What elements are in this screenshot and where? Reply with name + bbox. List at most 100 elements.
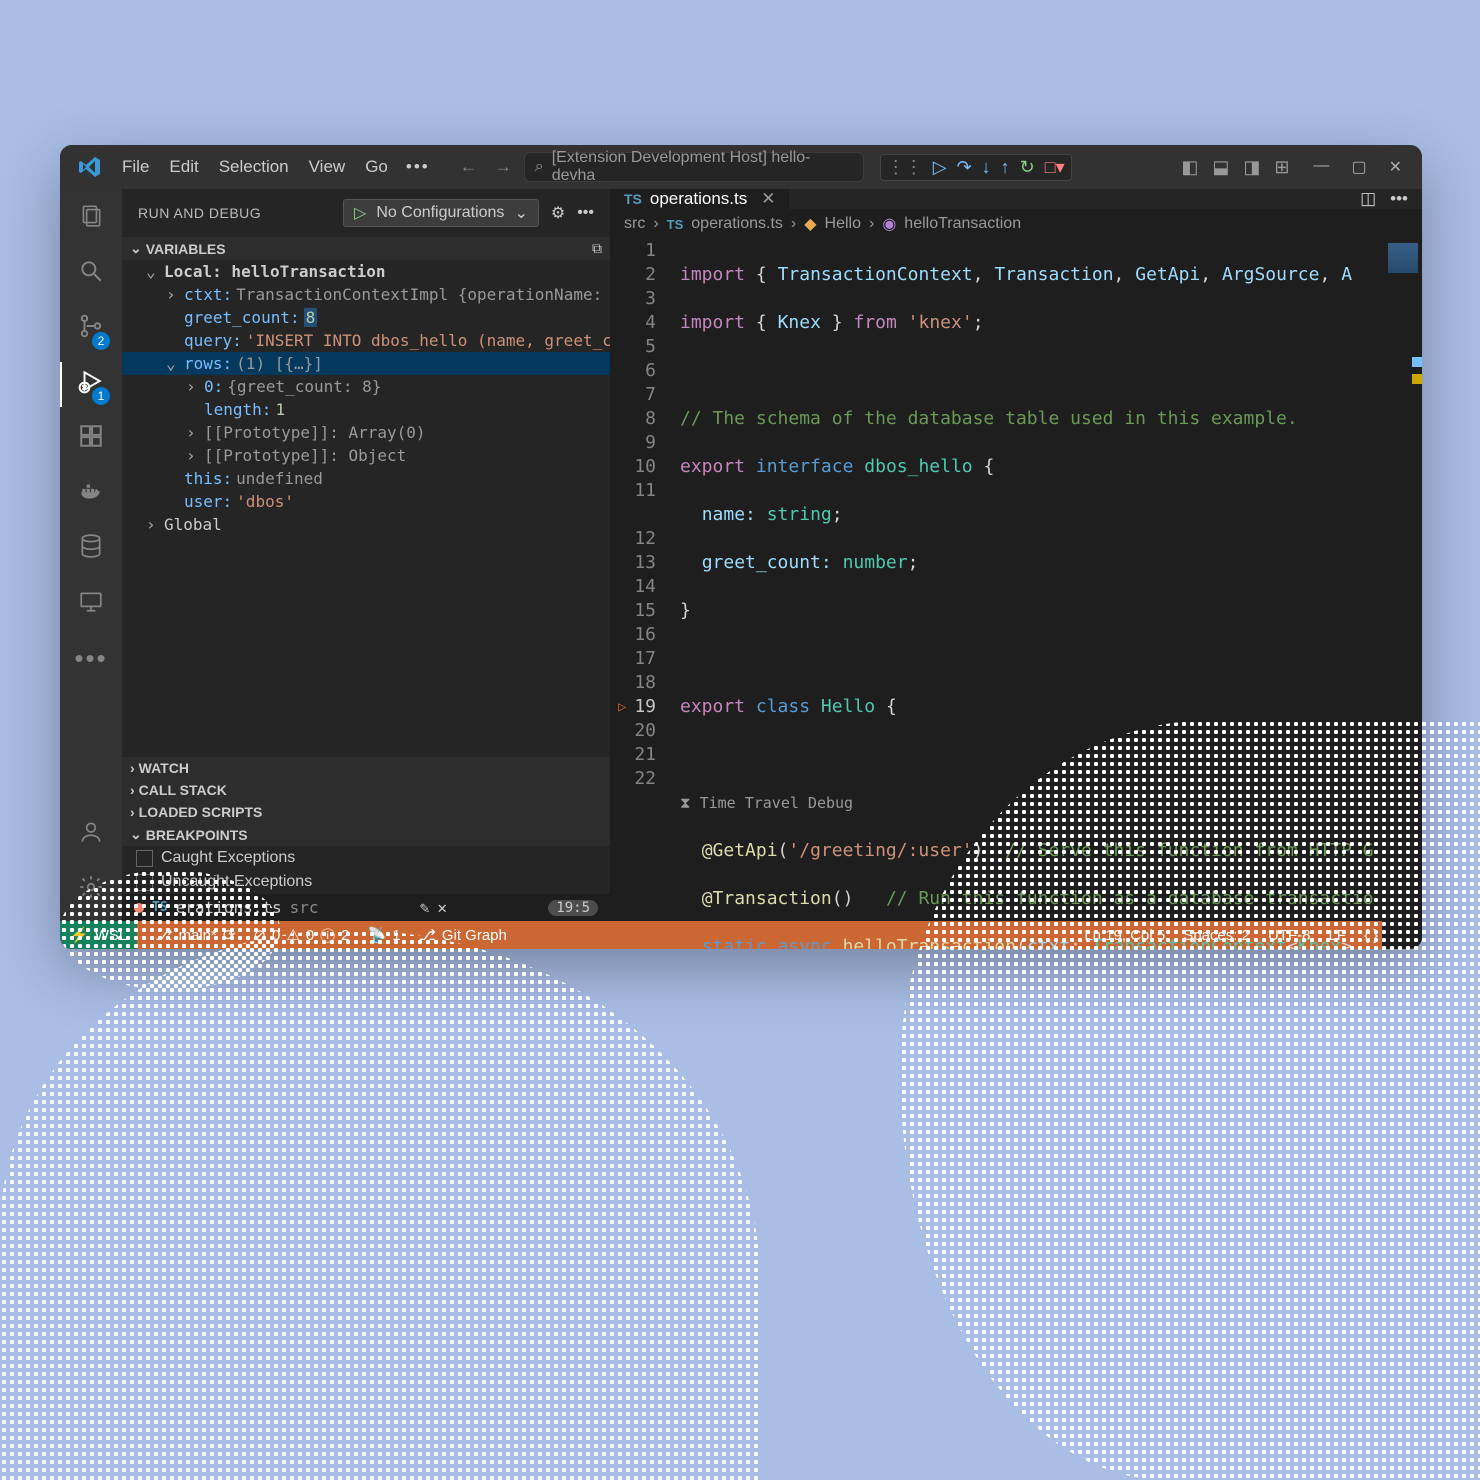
debug-config-select[interactable]: ▷ No Configurations ⌄ xyxy=(343,199,539,227)
docker-icon[interactable] xyxy=(78,478,104,511)
command-center[interactable]: ⌕ [Extension Development Host] hello-dev… xyxy=(524,152,864,182)
loaded-scripts-section[interactable]: ›LOADED SCRIPTS xyxy=(122,801,610,823)
play-icon: ▷ xyxy=(354,203,366,223)
chevron-down-icon: ⌄ xyxy=(514,203,527,223)
settings-gear-icon[interactable] xyxy=(78,874,104,907)
var-this[interactable]: this: undefined xyxy=(122,467,610,490)
remote-icon: ⚡ xyxy=(70,926,89,944)
minimize-icon[interactable]: — xyxy=(1313,157,1329,177)
variables-tree: ⌄Local: helloTransaction ›ctxt: Transact… xyxy=(122,260,610,536)
tab-bar: TS operations.ts ✕ ◫ ••• xyxy=(610,189,1422,209)
sb-problems[interactable]: ⊘0 ⚠0 ⓘ2 xyxy=(253,925,349,946)
open-editor-tab[interactable]: TS erations.ts src ✎ ✕ 19:5 xyxy=(122,894,610,921)
var-rows[interactable]: ⌄rows: (1) [{…}] xyxy=(122,352,610,375)
step-out-icon[interactable]: ↑ xyxy=(1001,157,1010,178)
var-query[interactable]: query: 'INSERT INTO dbos_hello (name, gr… xyxy=(122,329,610,352)
extensions-icon[interactable] xyxy=(78,423,104,456)
accounts-icon[interactable] xyxy=(78,819,104,852)
menu-edit[interactable]: Edit xyxy=(159,153,208,181)
menu-go[interactable]: Go xyxy=(355,153,398,181)
sidebar-title: RUN AND DEBUG xyxy=(138,205,261,221)
remote-wsl[interactable]: ⚡WSL xyxy=(60,921,137,949)
ts-icon: TS xyxy=(624,191,642,207)
run-debug-icon[interactable]: 1 xyxy=(78,368,104,401)
sb-ports[interactable]: 📡1 xyxy=(368,926,401,944)
checkbox-icon[interactable] xyxy=(136,850,153,867)
edit-icon[interactable]: ✎ xyxy=(420,898,430,917)
info-icon: ⓘ xyxy=(320,925,335,946)
explorer-icon[interactable] xyxy=(78,203,104,236)
command-center-text: [Extension Development Host] hello-devha xyxy=(552,149,853,185)
modified-dot-icon xyxy=(134,903,144,913)
editor-group: TS operations.ts ✕ ◫ ••• src› TS operati… xyxy=(610,189,1422,921)
continue-icon[interactable]: ▷ xyxy=(933,157,947,178)
git-graph-icon: ⎇ xyxy=(419,926,436,944)
collapse-icon[interactable]: ⧉ xyxy=(592,240,602,257)
debug-badge: 1 xyxy=(92,387,110,405)
bp-caught[interactable]: Caught Exceptions xyxy=(122,846,610,870)
step-over-icon[interactable]: ↷ xyxy=(957,157,972,178)
menu-overflow-icon[interactable]: ••• xyxy=(406,157,430,177)
gear-icon[interactable]: ⚙ xyxy=(551,203,565,223)
drag-handle-icon[interactable]: ⋮⋮ xyxy=(887,157,923,178)
panel-right-icon[interactable]: ◨ xyxy=(1243,157,1260,178)
scm-badge: 2 xyxy=(92,332,110,350)
code-content[interactable]: import { TransactionContext, Transaction… xyxy=(676,239,1382,949)
vscode-window: File Edit Selection View Go ••• ← → ⌕ [E… xyxy=(60,145,1422,949)
debug-toolbar: ⋮⋮ ▷ ↷ ↓ ↑ ↻ □▾ xyxy=(880,154,1072,181)
titlebar: File Edit Selection View Go ••• ← → ⌕ [E… xyxy=(60,145,1422,189)
checkbox-icon[interactable] xyxy=(136,874,153,891)
global-scope[interactable]: ›Global xyxy=(122,513,610,536)
minimap[interactable] xyxy=(1382,239,1422,949)
sync-icon[interactable]: ⟳ xyxy=(223,926,236,944)
menu-file[interactable]: File xyxy=(112,153,159,181)
var-proto-array[interactable]: ›[[Prototype]]: Array(0) xyxy=(122,421,610,444)
close-tab-icon[interactable]: ✕ xyxy=(761,189,775,209)
branch-icon: ⎇ xyxy=(155,926,172,944)
warning-icon: ⚠ xyxy=(286,926,299,944)
stop-icon[interactable]: □▾ xyxy=(1045,157,1065,178)
panel-bottom-icon[interactable]: ⬓ xyxy=(1212,157,1229,178)
menu-view[interactable]: View xyxy=(299,153,356,181)
sb-git-graph[interactable]: ⎇Git Graph xyxy=(419,926,507,944)
var-user[interactable]: user: 'dbos' xyxy=(122,490,610,513)
debug-sidebar: RUN AND DEBUG ▷ No Configurations ⌄ ⚙ ••… xyxy=(122,189,610,921)
maximize-icon[interactable]: ▢ xyxy=(1351,157,1366,177)
panel-left-icon[interactable]: ◧ xyxy=(1181,157,1198,178)
more-icon[interactable]: ••• xyxy=(577,204,594,222)
local-scope[interactable]: ⌄Local: helloTransaction xyxy=(122,260,610,283)
breakpoint-current-icon: ▷ xyxy=(618,695,626,719)
watch-section[interactable]: ›WATCH xyxy=(122,757,610,779)
var-ctxt[interactable]: ›ctxt: TransactionContextImpl {operation… xyxy=(122,283,610,306)
remote-icon[interactable] xyxy=(78,588,104,621)
nav-forward-icon[interactable]: → xyxy=(495,157,512,177)
activity-overflow-icon[interactable]: ••• xyxy=(74,643,107,674)
variables-section[interactable]: ⌄ VARIABLES ⧉ xyxy=(122,237,610,260)
search-activity-icon[interactable] xyxy=(78,258,104,291)
var-proto-object[interactable]: ›[[Prototype]]: Object xyxy=(122,444,610,467)
var-length[interactable]: length: 1 xyxy=(122,398,610,421)
tab-more-icon[interactable]: ••• xyxy=(1390,189,1408,209)
split-editor-icon[interactable]: ◫ xyxy=(1360,189,1376,209)
close-icon[interactable]: ✕ xyxy=(437,898,447,917)
sb-branch[interactable]: ⎇main*⟳ xyxy=(155,926,235,944)
database-icon[interactable] xyxy=(78,533,104,566)
nav-back-icon[interactable]: ← xyxy=(460,157,477,177)
var-greet-count[interactable]: greet_count: 8 xyxy=(122,306,610,329)
bp-uncaught[interactable]: Uncaught Exceptions xyxy=(122,870,610,894)
menu-selection[interactable]: Selection xyxy=(209,153,299,181)
code-editor[interactable]: 1234 5678 91011 12131415 161718 ▷19 2021… xyxy=(610,239,1422,949)
restart-icon[interactable]: ↻ xyxy=(1020,157,1035,178)
antenna-icon: 📡 xyxy=(368,926,387,944)
layout-icon[interactable]: ⊞ xyxy=(1274,157,1289,178)
step-into-icon[interactable]: ↓ xyxy=(982,157,991,178)
breakpoints-section[interactable]: ⌄BREAKPOINTS xyxy=(122,823,610,846)
tab-operations[interactable]: TS operations.ts ✕ xyxy=(610,189,790,209)
close-window-icon[interactable]: ✕ xyxy=(1389,157,1402,177)
breadcrumb[interactable]: src› TS operations.ts› ◆ Hello› ◉ helloT… xyxy=(610,209,1422,239)
callstack-section[interactable]: ›CALL STACK xyxy=(122,779,610,801)
source-control-icon[interactable]: 2 xyxy=(78,313,104,346)
vscode-logo-icon xyxy=(78,155,102,179)
hourglass-icon: ⧗ xyxy=(680,794,691,812)
var-row-0[interactable]: ›0: {greet_count: 8} xyxy=(122,375,610,398)
